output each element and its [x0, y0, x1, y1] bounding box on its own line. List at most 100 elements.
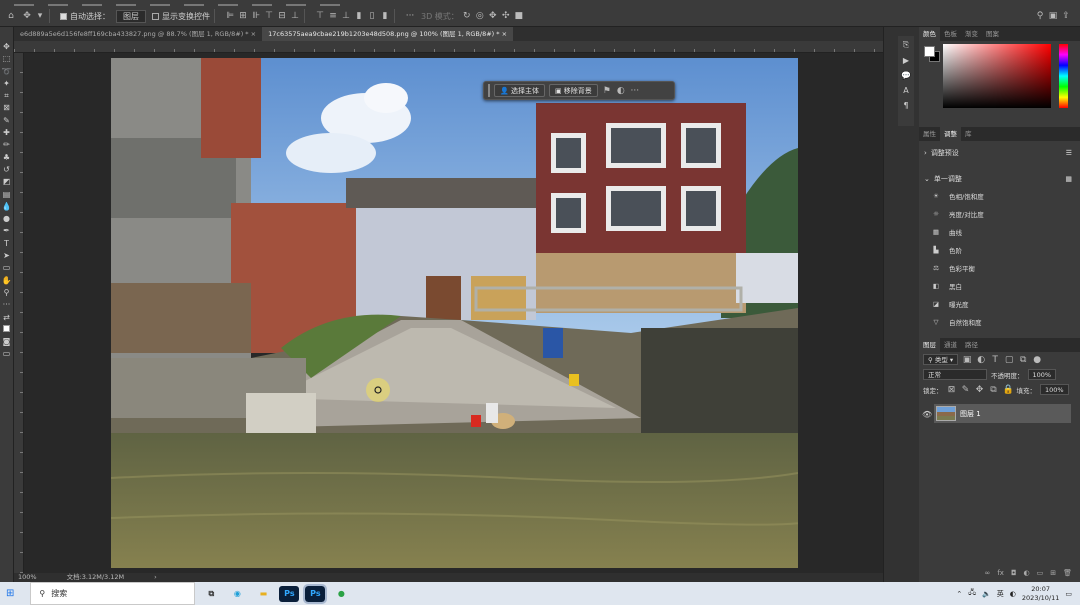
3d-roll-icon[interactable]: ◎	[475, 11, 485, 21]
tab-paths[interactable]: 路径	[961, 338, 982, 352]
distribute-top-icon[interactable]: ⊤	[315, 11, 325, 21]
hand-tool-icon[interactable]: ✋	[1, 275, 13, 287]
wechat-icon[interactable]: ●	[331, 586, 351, 602]
frame-tool-icon[interactable]: ⊠	[1, 102, 13, 114]
horizontal-ruler[interactable]	[14, 41, 883, 53]
layer-name[interactable]: 图层 1	[960, 409, 981, 419]
path-select-icon[interactable]: ➤	[1, 250, 13, 262]
photoshop-icon[interactable]: Ps	[279, 585, 300, 602]
blur-tool-icon[interactable]: 💧	[1, 201, 13, 213]
share-icon[interactable]: ⇪	[1061, 11, 1071, 21]
align-middle-icon[interactable]: ⊟	[277, 11, 287, 21]
healing-brush-icon[interactable]: ✚	[1, 127, 13, 139]
blend-mode-dropdown[interactable]: 正常	[923, 369, 987, 380]
adjust-icon[interactable]: ◐	[616, 86, 626, 96]
align-buttons[interactable]: ⊫ ⊞ ⊪ ⊤ ⊟ ⊥	[225, 11, 300, 21]
visibility-eye-icon[interactable]: 👁	[922, 410, 932, 419]
layer-row[interactable]: 图层 1	[934, 404, 1071, 423]
filter-smart-icon[interactable]: ⧉	[1018, 355, 1028, 365]
adjustment-exposure[interactable]: ◪ 曝光度	[919, 295, 1080, 313]
tab-patterns[interactable]: 图案	[982, 27, 1003, 41]
show-transform-checkbox[interactable]	[152, 12, 159, 20]
magic-wand-icon[interactable]: ✦	[1, 78, 13, 90]
screen-mode-icon[interactable]: ▭	[1, 348, 13, 360]
auto-select-checkbox[interactable]	[60, 12, 67, 20]
input-method[interactable]: 英	[997, 589, 1004, 599]
more-icon[interactable]: ···	[630, 86, 640, 96]
fill-field[interactable]: 100%	[1040, 384, 1069, 395]
close-icon[interactable]: ×	[251, 30, 256, 38]
home-button[interactable]: ⌂	[6, 11, 16, 21]
remove-background-button[interactable]: ▣ 移除背景	[548, 84, 598, 97]
filter-type-icon[interactable]: T	[990, 355, 1000, 365]
lock-brush-icon[interactable]: ✎	[961, 385, 971, 395]
paragraph-icon[interactable]: ¶	[903, 101, 908, 110]
adjustment-levels[interactable]: ▙ 色阶	[919, 241, 1080, 259]
move-tool-icon[interactable]: ✥	[1, 41, 13, 53]
single-adjustments[interactable]: ⌄ 单一调整 ▦	[919, 171, 1080, 187]
new-layer-icon[interactable]: ⊞	[1050, 569, 1056, 580]
transform-icon[interactable]: ⚑	[602, 86, 612, 96]
pen-tool-icon[interactable]: ✒	[1, 225, 13, 237]
filter-pixel-icon[interactable]: ▣	[962, 355, 972, 365]
align-left-icon[interactable]: ⊫	[225, 11, 235, 21]
3d-slide-icon[interactable]: ✣	[501, 11, 511, 21]
3d-camera-icon[interactable]: ■	[514, 11, 524, 21]
adjustment-black-white[interactable]: ◧ 黑白	[919, 277, 1080, 295]
move-tool-preset[interactable]: ✥ ▾	[22, 11, 45, 21]
status-menu-arrow[interactable]: ›	[154, 573, 157, 582]
marquee-tool-icon[interactable]: ⬚	[1, 53, 13, 65]
taskbar-search[interactable]: ⚲ 搜索	[30, 582, 196, 605]
clock[interactable]: 20:07 2023/10/11	[1022, 585, 1059, 603]
distribute-bottom-icon[interactable]: ⊥	[341, 11, 351, 21]
lock-pixels-icon[interactable]: ⊠	[947, 385, 957, 395]
color-field[interactable]	[943, 44, 1051, 108]
stamp-tool-icon[interactable]: ♣	[1, 152, 13, 164]
document-image[interactable]	[111, 58, 798, 568]
align-center-icon[interactable]: ⊞	[238, 11, 248, 21]
file-explorer-icon[interactable]: ▬	[253, 586, 273, 602]
distribute-middle-icon[interactable]: ≡	[328, 11, 338, 21]
brush-tool-icon[interactable]: ✏	[1, 139, 13, 151]
filter-adjust-icon[interactable]: ◐	[976, 355, 986, 365]
mask-icon[interactable]: ◘	[1011, 569, 1017, 580]
history-icon[interactable]: ⎘	[903, 40, 909, 50]
adjustment-curves[interactable]: ▦ 曲线	[919, 223, 1080, 241]
adjustment-color-balance[interactable]: ⚖ 色彩平衡	[919, 259, 1080, 277]
lasso-tool-icon[interactable]: ➰	[1, 66, 13, 78]
filter-shape-icon[interactable]: ▢	[1004, 355, 1014, 365]
drag-handle[interactable]	[488, 84, 490, 97]
quick-mask-icon[interactable]: ◙	[1, 336, 13, 348]
distribute-left-icon[interactable]: ▮	[354, 11, 364, 21]
select-subject-button[interactable]: 👤 选择主体	[494, 84, 545, 97]
tab-channels[interactable]: 通道	[940, 338, 961, 352]
fx-icon[interactable]: fx	[997, 569, 1004, 580]
3d-rotate-icon[interactable]: ↻	[462, 11, 472, 21]
align-top-icon[interactable]: ⊤	[264, 11, 274, 21]
tab-gradients[interactable]: 渐变	[961, 27, 982, 41]
more-options-icon[interactable]: ···	[405, 11, 415, 21]
vertical-ruler[interactable]	[14, 53, 24, 573]
search-icon[interactable]: ⚲	[1035, 11, 1045, 21]
task-view-icon[interactable]: ⧉	[201, 586, 221, 602]
crop-tool-icon[interactable]: ⌗	[1, 90, 13, 102]
hue-slider[interactable]	[1059, 44, 1068, 108]
tab-properties[interactable]: 属性	[919, 127, 940, 141]
lock-move-icon[interactable]: ✥	[975, 385, 985, 395]
adjustment-hue-saturation[interactable]: ☀ 色相/饱和度	[919, 187, 1080, 205]
distribute-right-icon[interactable]: ▮	[380, 11, 390, 21]
foreground-color-swatch[interactable]	[924, 46, 935, 57]
trash-icon[interactable]: 🗑	[1063, 569, 1072, 580]
tab-swatches[interactable]: 色板	[940, 27, 961, 41]
start-icon[interactable]: ⊞	[6, 588, 14, 599]
chevron-up-icon[interactable]: ⌃	[956, 590, 962, 598]
shape-tool-icon[interactable]: ▭	[1, 262, 13, 274]
network-icon[interactable]: 🖧	[968, 588, 976, 599]
zoom-tool-icon[interactable]: ⚲	[1, 287, 13, 299]
close-icon[interactable]: ×	[502, 30, 507, 38]
tab-document-1[interactable]: e6d889a5e6d156fe8ff169cba433827.png @ 88…	[14, 27, 262, 41]
zoom-level[interactable]: 100%	[18, 573, 37, 582]
history-brush-icon[interactable]: ↺	[1, 164, 13, 176]
group-icon[interactable]: ▭	[1037, 569, 1044, 580]
grid-view-icon[interactable]: ▦	[1065, 175, 1080, 183]
